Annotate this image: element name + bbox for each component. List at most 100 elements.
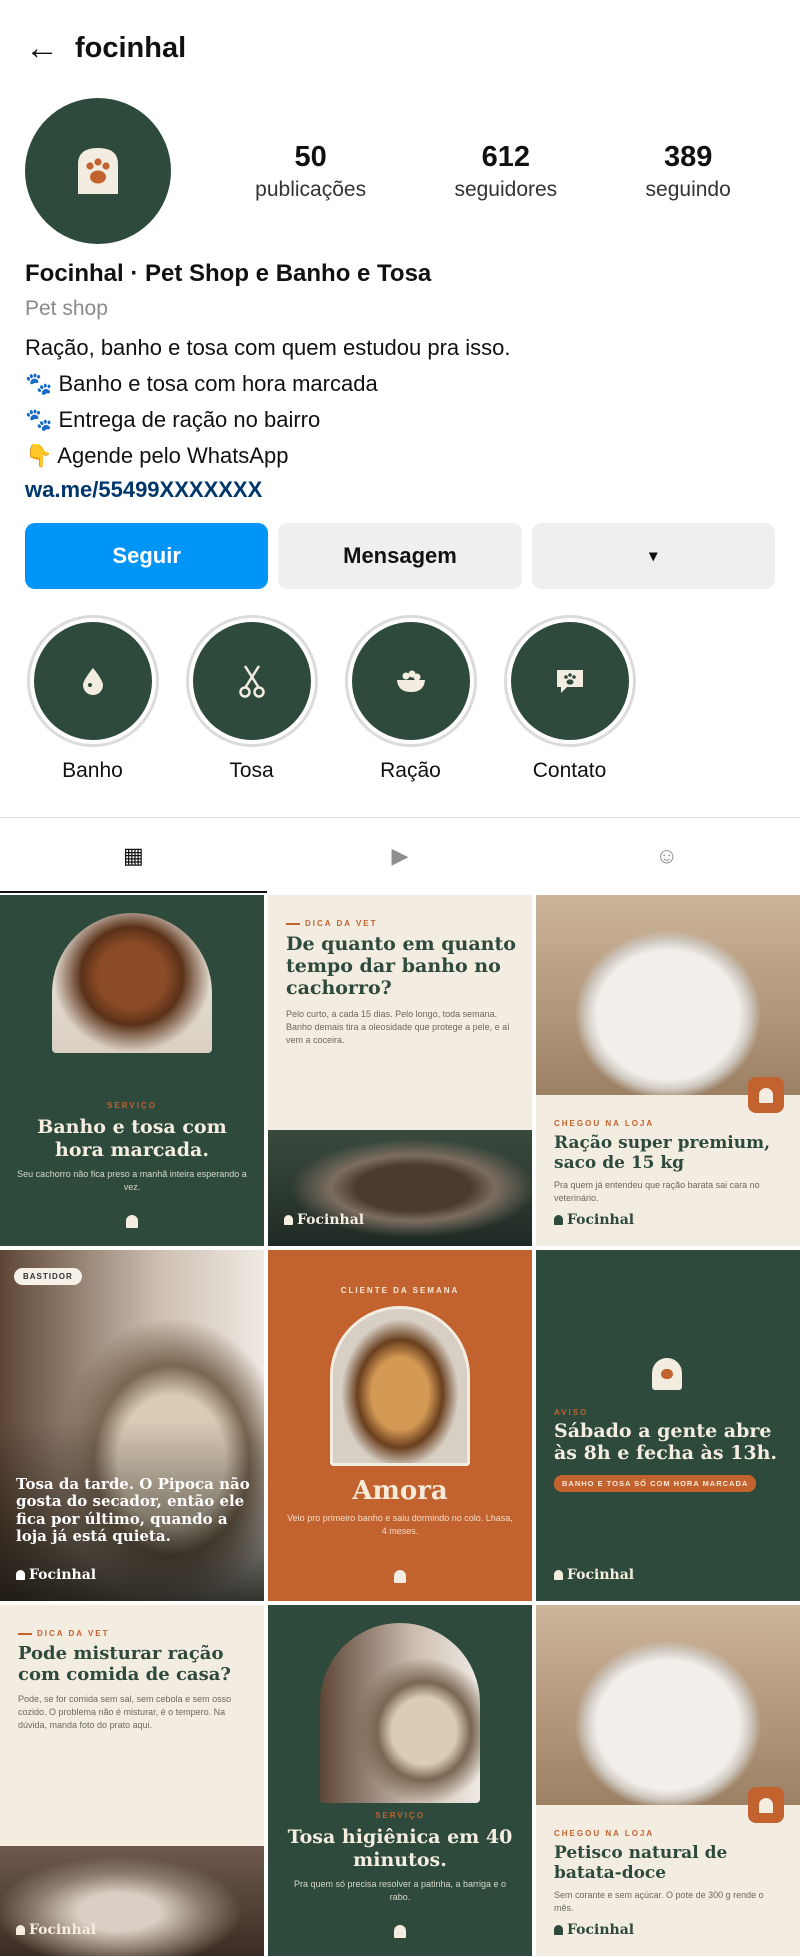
stat-followers-label: seguidores — [454, 177, 558, 201]
profile-stats: 50 publicações 612 seguidores 389 seguin… — [171, 141, 775, 202]
post-tile[interactable]: CHEGOU NA LOJA Ração super premium, saco… — [536, 895, 800, 1246]
post-kicker: CLIENTE DA SEMANA — [340, 1286, 460, 1295]
bio-line: 👇 Agende pelo WhatsApp — [25, 443, 289, 468]
post-tile[interactable]: CLIENTE DA SEMANA Amora Veio pro primeir… — [268, 1250, 532, 1601]
brand-name: Focinhal — [29, 1922, 97, 1938]
paw-mark-icon — [394, 1925, 406, 1938]
paw-badge-icon — [748, 1077, 784, 1113]
post-caption-block: SERVIÇO Banho e tosa com hora marcada. S… — [16, 1101, 248, 1194]
post-brand: Focinhal — [16, 1922, 96, 1938]
stat-following[interactable]: 389 seguindo — [646, 141, 731, 202]
post-title: Pode misturar ração com comida de casa? — [18, 1643, 231, 1685]
highlight-racao[interactable]: Ração — [343, 615, 478, 783]
stat-posts-value: 50 — [294, 140, 327, 173]
post-pill: BANHO E TOSA SÓ COM HORA MARCADA — [554, 1474, 757, 1492]
drop-icon — [82, 668, 103, 695]
highlight-cover — [351, 622, 470, 740]
stat-following-value: 389 — [663, 140, 713, 173]
paw-mark-icon — [554, 1570, 563, 1580]
post-photo — [536, 895, 800, 1095]
post-brand: Focinhal — [284, 1212, 364, 1228]
paw-mark-icon — [284, 1215, 293, 1225]
highlight-label: Contato — [532, 759, 607, 782]
post-title: Amora — [352, 1476, 448, 1506]
post-tile[interactable]: CHEGOU NA LOJA Petisco natural de batata… — [536, 1605, 800, 1956]
highlight-banho[interactable]: Banho — [25, 615, 160, 783]
profile-summary: 50 publicações 612 seguidores 389 seguin… — [0, 96, 800, 246]
chevron-down-icon: ▾ — [649, 548, 658, 565]
highlight-ring — [503, 615, 636, 747]
story-highlights: Banho Tosa Ração Contato — [0, 615, 800, 783]
post-tile[interactable]: AVISO Sábado a gente abre às 8h e fecha … — [536, 1250, 800, 1601]
brand-name: Focinhal — [29, 1567, 97, 1583]
post-photo — [320, 1623, 480, 1803]
highlight-contato[interactable]: Contato — [502, 615, 637, 783]
brand-name: Focinhal — [567, 1922, 635, 1938]
highlight-ring — [344, 615, 477, 747]
bio-line: 🐾 Banho e tosa com hora marcada — [25, 371, 378, 396]
post-brand: Focinhal — [554, 1922, 634, 1938]
highlight-label: Tosa — [229, 759, 274, 782]
post-caption-block: CHEGOU NA LOJA Ração super premium, saco… — [554, 1119, 784, 1205]
tab-tagged[interactable]: ☺ — [533, 818, 800, 893]
stat-posts[interactable]: 50 publicações — [255, 141, 366, 202]
post-text: Pelo curto, a cada 15 dias. Pelo longo, … — [286, 1008, 510, 1045]
back-arrow-icon[interactable]: ← — [25, 31, 59, 65]
post-title: Tosa da tarde. O Pipoca não gosta do sec… — [16, 1475, 250, 1545]
more-options-button[interactable]: ▾ — [531, 523, 775, 589]
post-text: Pra quem já entendeu que ração barata sa… — [554, 1180, 760, 1204]
stat-followers-value: 612 — [481, 140, 530, 173]
follow-button[interactable]: Seguir — [25, 523, 269, 589]
post-photo — [330, 1306, 470, 1466]
avatar[interactable] — [25, 98, 171, 244]
stat-posts-label: publicações — [255, 177, 367, 201]
post-kicker: SERVIÇO — [107, 1101, 157, 1110]
post-brand: Focinhal — [16, 1567, 96, 1583]
post-caption-block: Amora Veio pro primeiro banho e saiu dor… — [286, 1476, 514, 1538]
highlight-label: Banho — [62, 759, 123, 782]
post-tile[interactable]: SERVIÇO Banho e tosa com hora marcada. S… — [0, 895, 264, 1246]
chat-paw-icon — [556, 670, 583, 693]
profile-tabs: ▦ ▶ ☺ — [0, 817, 800, 893]
posts-grid: SERVIÇO Banho e tosa com hora marcada. S… — [0, 895, 800, 1956]
paw-mark-icon — [394, 1570, 406, 1583]
post-tile[interactable]: DICA DA VET Pode misturar ração com comi… — [0, 1605, 264, 1956]
highlight-ring — [26, 615, 159, 747]
post-brand: Focinhal — [554, 1567, 634, 1583]
post-title: Tosa higiênica em 40 minutos. — [287, 1826, 513, 1871]
highlight-ring — [185, 615, 318, 747]
brand-name: Focinhal — [567, 1567, 635, 1583]
paw-mark-icon — [554, 1215, 563, 1225]
highlight-tosa[interactable]: Tosa — [184, 615, 319, 783]
post-caption-block: SERVIÇO Tosa higiênica em 40 minutos. Pr… — [284, 1811, 516, 1904]
stat-followers[interactable]: 612 seguidores — [454, 141, 557, 202]
post-text: Pra quem só precisa resolver a patinha, … — [293, 1878, 507, 1902]
bio-line: Ração, banho e tosa com quem estudou pra… — [25, 335, 511, 360]
reels-icon: ▶ — [391, 842, 409, 868]
profile-category: Pet shop — [25, 297, 108, 320]
post-tile[interactable]: BASTIDOR Tosa da tarde. O Pipoca não gos… — [0, 1250, 264, 1601]
post-tile[interactable]: SERVIÇO Tosa higiênica em 40 minutos. Pr… — [268, 1605, 532, 1956]
post-tile[interactable]: DICA DA VET De quanto em quanto tempo da… — [268, 895, 532, 1246]
post-photo — [268, 1130, 532, 1246]
bio-link[interactable]: wa.me/55499XXXXXXX — [25, 477, 775, 503]
tab-reels[interactable]: ▶ — [267, 818, 534, 893]
tab-posts[interactable]: ▦ — [0, 818, 267, 893]
post-text: Pode, se for comida sem sal, sem cebola … — [18, 1694, 232, 1731]
post-kicker: AVISO — [554, 1408, 589, 1417]
tagged-icon: ☺ — [655, 842, 678, 868]
message-button[interactable]: Mensagem — [278, 523, 522, 589]
post-kicker: DICA DA VET — [286, 919, 518, 928]
post-caption-block: AVISO Sábado a gente abre às 8h e fecha … — [554, 1408, 786, 1492]
highlight-cover — [33, 622, 152, 740]
highlight-label: Ração — [380, 759, 441, 782]
paw-mark-icon — [126, 1215, 138, 1228]
profile-username: focinhal — [75, 31, 187, 64]
grid-icon: ▦ — [122, 842, 144, 868]
post-kicker: CHEGOU NA LOJA — [554, 1119, 655, 1128]
bio-line: 🐾 Entrega de ração no bairro — [25, 407, 321, 432]
post-text: Seu cachorro não fica preso a manhã inte… — [17, 1168, 247, 1192]
post-kicker: DICA DA VET — [18, 1629, 250, 1638]
post-photo — [536, 1605, 800, 1805]
post-title: Banho e tosa com hora marcada. — [37, 1116, 227, 1161]
